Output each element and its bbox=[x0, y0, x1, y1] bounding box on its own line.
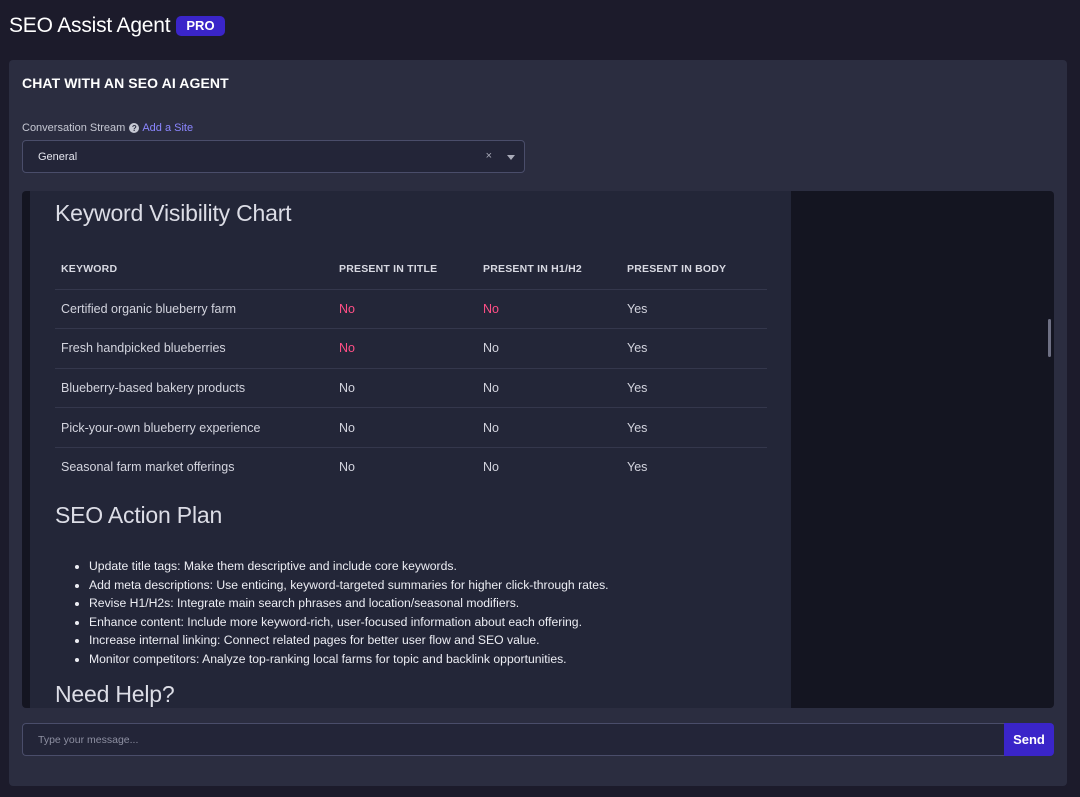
title-cell: No bbox=[339, 460, 355, 475]
title-cell: No bbox=[333, 407, 477, 448]
selected-stream: General bbox=[38, 150, 78, 163]
table-row: Certified organic blueberry farm No No Y… bbox=[55, 289, 767, 330]
message-input[interactable] bbox=[22, 723, 1004, 756]
chart-heading: Keyword Visibility Chart bbox=[55, 200, 292, 226]
clear-icon[interactable]: × bbox=[486, 150, 492, 162]
h1h2-cell: No bbox=[477, 328, 621, 369]
chat-panel: CHAT WITH AN SEO AI AGENT Conversation S… bbox=[9, 60, 1067, 786]
list-item: Monitor competitors: Analyze top-ranking… bbox=[89, 650, 609, 669]
add-site-link[interactable]: Add a Site bbox=[142, 122, 193, 134]
plan-heading: SEO Action Plan bbox=[55, 502, 223, 528]
title-cell: No bbox=[333, 328, 477, 369]
list-item: Enhance content: Include more keyword-ri… bbox=[89, 613, 609, 632]
title-cell: No bbox=[333, 368, 477, 409]
keyword-cell: Pick-your-own blueberry experience bbox=[55, 407, 333, 448]
keyword-cell: Fresh handpicked blueberries bbox=[55, 328, 333, 369]
pro-badge: PRO bbox=[176, 16, 225, 36]
list-item: Revise H1/H2s: Integrate main search phr… bbox=[89, 594, 609, 613]
body-cell: Yes bbox=[621, 368, 767, 409]
h1h2-cell: No bbox=[477, 368, 621, 409]
chat-history[interactable]: Keyword Visibility Chart KEYWORD PRESENT… bbox=[22, 191, 1054, 708]
table-row: Blueberry-based bakery products No No Ye… bbox=[55, 368, 767, 409]
body-cell: Yes bbox=[621, 289, 767, 330]
h1h2-cell: No bbox=[477, 289, 621, 330]
table-header-row: KEYWORD PRESENT IN TITLE PRESENT IN H1/H… bbox=[55, 249, 767, 290]
body-cell: Yes bbox=[627, 460, 648, 475]
action-plan-list: Update title tags: Make them descriptive… bbox=[89, 557, 609, 668]
list-item: Increase internal linking: Connect relat… bbox=[89, 631, 609, 650]
title-cell: No bbox=[333, 289, 477, 330]
table-row: Pick-your-own blueberry experience No No… bbox=[55, 407, 767, 448]
list-item: Update title tags: Make them descriptive… bbox=[89, 557, 609, 576]
keyword-cell: Blueberry-based bakery products bbox=[55, 368, 333, 409]
stream-label-row: Conversation Stream ? Add a Site bbox=[22, 122, 193, 134]
conversation-stream-select[interactable]: General × bbox=[22, 140, 525, 173]
app-header: SEO Assist Agent PRO bbox=[0, 0, 1080, 52]
header-title: PRESENT IN TITLE bbox=[333, 249, 477, 290]
chevron-down-icon[interactable] bbox=[507, 155, 515, 160]
list-item: Add meta descriptions: Use enticing, key… bbox=[89, 576, 609, 595]
header-body: PRESENT IN BODY bbox=[621, 249, 767, 290]
agent-message: Keyword Visibility Chart KEYWORD PRESENT… bbox=[30, 191, 791, 708]
body-cell: Yes bbox=[621, 407, 767, 448]
help-heading: Need Help? bbox=[55, 681, 175, 707]
help-icon[interactable]: ? bbox=[129, 123, 140, 133]
table-row: Fresh handpicked blueberries No No Yes bbox=[55, 328, 767, 369]
send-button[interactable]: Send bbox=[1004, 723, 1054, 756]
header-keyword: KEYWORD bbox=[55, 249, 333, 290]
chat-scrollbar[interactable] bbox=[1048, 319, 1051, 357]
stream-label: Conversation Stream bbox=[22, 122, 126, 134]
keyword-cell: Certified organic blueberry farm bbox=[55, 289, 333, 330]
h1h2-cell: No bbox=[483, 460, 499, 475]
keyword-cell: Seasonal farm market offerings bbox=[61, 460, 235, 475]
app-title: SEO Assist Agent bbox=[9, 14, 171, 37]
header-h1h2: PRESENT IN H1/H2 bbox=[477, 249, 621, 290]
message-composer: Send bbox=[22, 723, 1054, 756]
panel-title: CHAT WITH AN SEO AI AGENT bbox=[22, 75, 229, 91]
body-cell: Yes bbox=[621, 328, 767, 369]
h1h2-cell: No bbox=[477, 407, 621, 448]
keyword-visibility-table: KEYWORD PRESENT IN TITLE PRESENT IN H1/H… bbox=[55, 249, 767, 487]
table-row: Seasonal farm market offerings No No Yes bbox=[55, 447, 767, 487]
